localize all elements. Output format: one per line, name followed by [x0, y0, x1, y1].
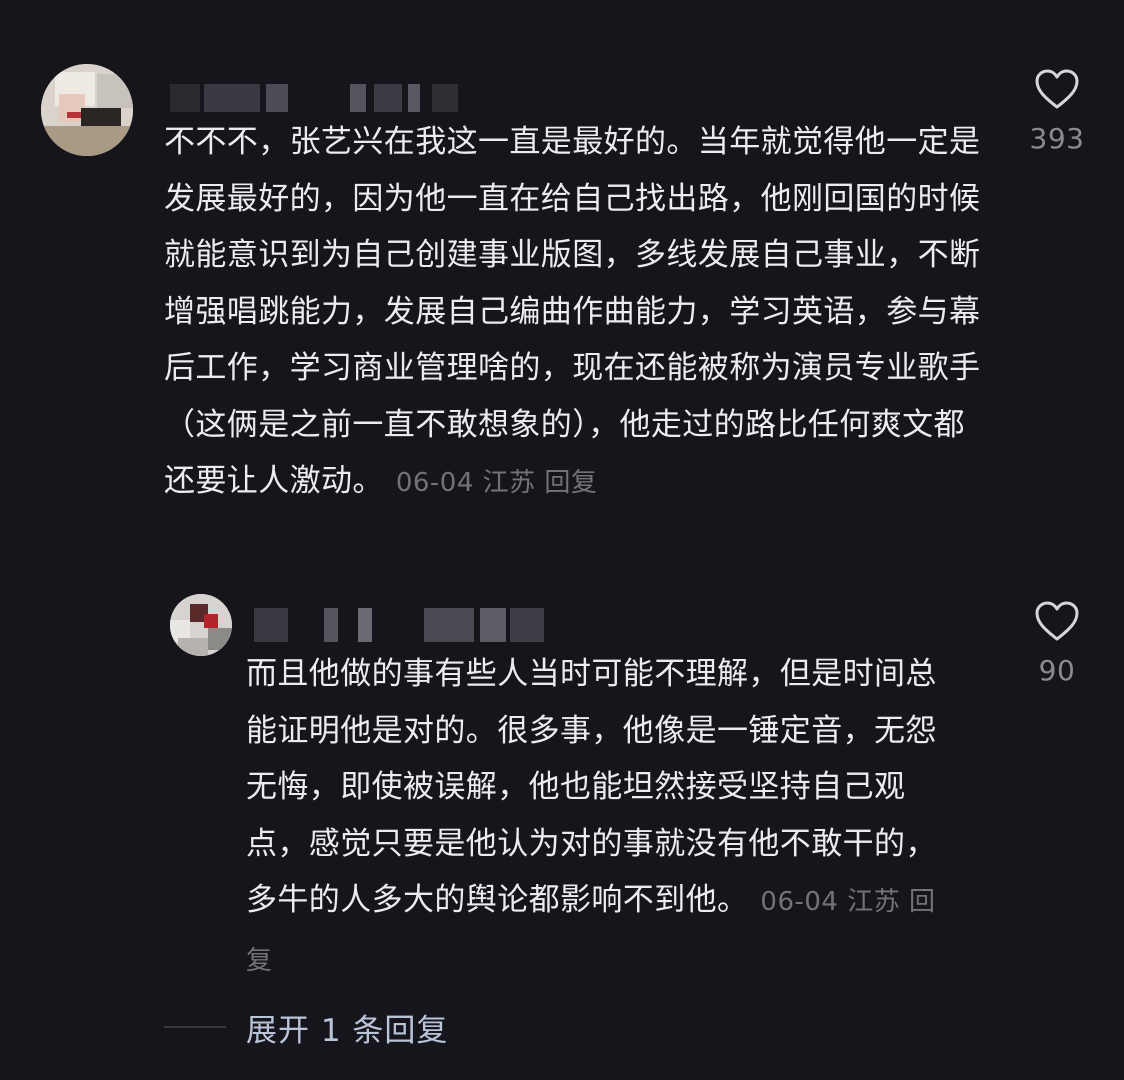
reply-button[interactable]: 回复 [544, 468, 597, 498]
comment-meta: 06-04 江苏 回复 [396, 468, 598, 498]
heart-outline-icon [1035, 69, 1079, 109]
heart-outline-icon [1035, 601, 1079, 641]
comment-text: 而且他做的事有些人当时可能不理解，但是时间总能证明他是对的。很多事，他像是一锤定… [246, 656, 937, 918]
reply-body: 而且他做的事有些人当时可能不理解，但是时间总能证明他是对的。很多事，他像是一锤定… [246, 646, 962, 989]
username-redacted[interactable] [254, 608, 544, 642]
expand-replies-label: 展开 1 条回复 [246, 1012, 449, 1049]
divider [164, 1026, 226, 1028]
username-redacted[interactable] [170, 84, 460, 112]
comment-date: 06-04 [395, 468, 474, 498]
comment-text: 不不不，张艺兴在我这一直是最好的。当年就觉得他一定是发展最好的，因为他一直在给自… [164, 124, 981, 499]
like-button[interactable]: 90 [1007, 600, 1107, 687]
like-count: 90 [1038, 654, 1076, 687]
comment-date: 06-04 [760, 887, 839, 917]
avatar[interactable] [41, 64, 133, 156]
like-count: 393 [1029, 122, 1085, 155]
like-button[interactable]: 393 [1007, 68, 1107, 155]
avatar[interactable] [170, 594, 232, 656]
comment-location: 江苏 [482, 468, 536, 498]
comment-location: 江苏 [847, 887, 901, 917]
comment-thread: 不不不，张艺兴在我这一直是最好的。当年就觉得他一定是发展最好的，因为他一直在给自… [0, 0, 1124, 1080]
expand-replies-button[interactable]: 展开 1 条回复 [164, 1003, 448, 1051]
comment-body: 不不不，张艺兴在我这一直是最好的。当年就觉得他一定是发展最好的，因为他一直在给自… [164, 114, 984, 512]
